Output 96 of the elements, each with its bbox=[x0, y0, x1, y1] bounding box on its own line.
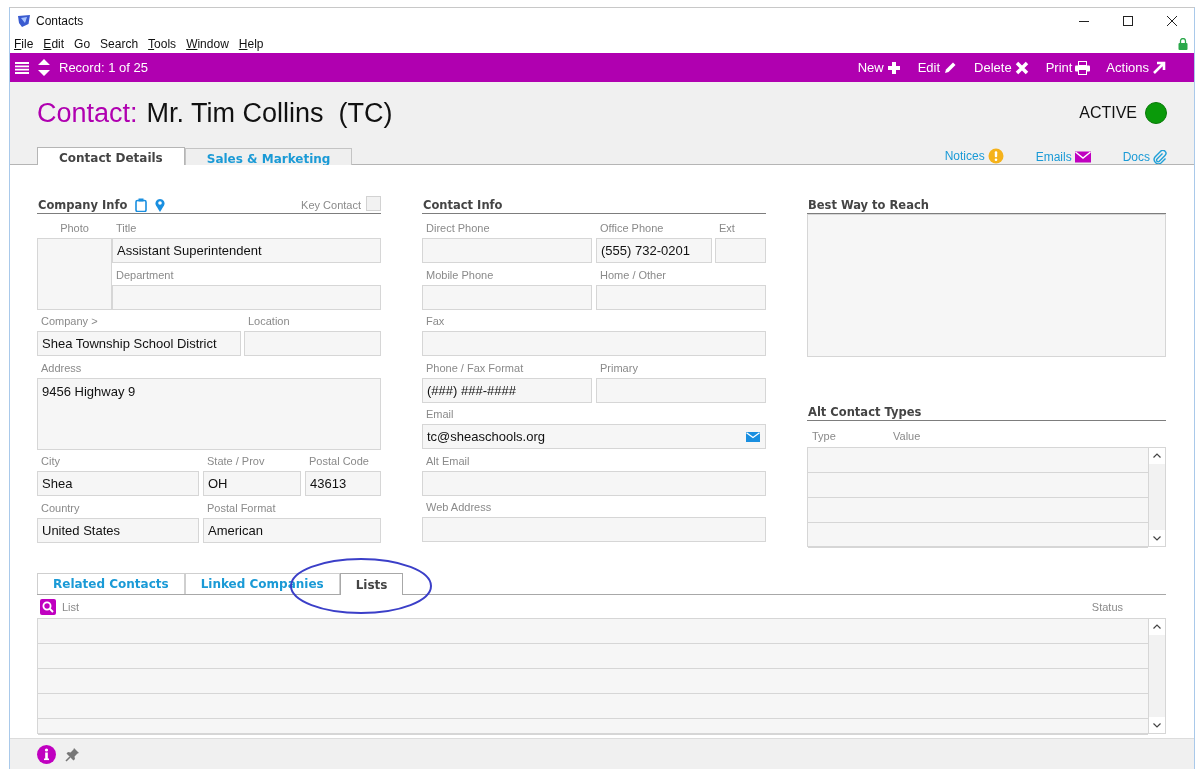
text-field[interactable] bbox=[244, 331, 381, 356]
chevron-up-icon[interactable] bbox=[1149, 619, 1165, 635]
field-label: Fax bbox=[425, 314, 446, 329]
field-label: Department bbox=[115, 267, 175, 283]
edit-button[interactable]: Edit bbox=[917, 60, 959, 75]
text-field[interactable]: (###) ###-#### bbox=[422, 377, 592, 403]
field-label: Location bbox=[247, 314, 291, 329]
field-label: Address bbox=[40, 360, 83, 376]
menu-item[interactable]: Window bbox=[186, 36, 229, 51]
text-field[interactable] bbox=[422, 284, 592, 310]
maximize-icon[interactable] bbox=[1123, 16, 1133, 26]
menu-item[interactable]: Edit bbox=[43, 36, 65, 51]
lock-icon bbox=[1178, 37, 1188, 50]
text-field[interactable]: (555) 732-0201 bbox=[596, 238, 712, 263]
envelope-icon bbox=[1074, 151, 1091, 163]
text-field[interactable]: 43613 bbox=[305, 471, 381, 496]
text-field[interactable]: Shea bbox=[37, 471, 199, 496]
menu-item[interactable]: Tools bbox=[148, 36, 177, 51]
field-label: State / Prov bbox=[206, 454, 266, 469]
chevron-up-icon[interactable] bbox=[1149, 448, 1165, 464]
field-label: Phone / Fax Format bbox=[425, 360, 525, 376]
menu-icon[interactable] bbox=[15, 60, 29, 75]
text-field[interactable]: OH bbox=[203, 471, 301, 496]
record-type-label: Contact: bbox=[37, 97, 138, 129]
text-field[interactable] bbox=[715, 238, 766, 263]
column-header: Value bbox=[893, 430, 921, 442]
envelope-icon[interactable] bbox=[746, 431, 760, 442]
contact-name: Mr. Tim Collins (TC) bbox=[146, 97, 393, 129]
field-label: Country bbox=[40, 500, 81, 516]
printer-icon bbox=[1075, 60, 1091, 75]
section-title: Best Way to Reach bbox=[807, 197, 929, 212]
scrollbar[interactable] bbox=[1148, 619, 1165, 733]
field-label: Home / Other bbox=[599, 267, 668, 283]
field-label: Direct Phone bbox=[425, 221, 491, 236]
chevron-down-icon[interactable] bbox=[1149, 530, 1165, 546]
field-label: Title bbox=[115, 221, 138, 236]
text-field[interactable]: Assistant Superintendent bbox=[112, 238, 381, 263]
x-icon bbox=[1014, 60, 1030, 75]
text-field[interactable] bbox=[422, 517, 766, 542]
field-label: Web Address bbox=[425, 500, 493, 515]
field-label: Office Phone bbox=[599, 221, 665, 236]
status-label: ACTIVE bbox=[1079, 104, 1137, 122]
tab[interactable]: Lists bbox=[339, 573, 404, 595]
delete-button[interactable]: Delete bbox=[974, 60, 1030, 75]
column-header: List bbox=[62, 601, 80, 613]
print-button[interactable]: Print bbox=[1045, 60, 1091, 75]
text-field[interactable] bbox=[422, 331, 766, 356]
up-down-arrows-icon[interactable] bbox=[38, 59, 50, 76]
scrollbar[interactable] bbox=[1148, 448, 1165, 546]
text-field[interactable] bbox=[422, 470, 766, 496]
arrow-up-right-icon bbox=[1152, 60, 1167, 75]
plus-icon bbox=[886, 60, 902, 75]
window-title: Contacts bbox=[36, 14, 84, 28]
text-field[interactable] bbox=[596, 377, 766, 403]
menu-item[interactable]: File bbox=[14, 36, 34, 51]
field-label: Alt Email bbox=[425, 453, 471, 469]
text-field[interactable] bbox=[596, 284, 766, 310]
actions-button[interactable]: Actions bbox=[1106, 60, 1167, 75]
field-label: Mobile Phone bbox=[425, 267, 495, 283]
menu-item[interactable]: Help bbox=[238, 36, 264, 51]
field-label: Postal Format bbox=[206, 500, 277, 516]
close-icon[interactable] bbox=[1167, 16, 1177, 26]
section-title: Alt Contact Types bbox=[807, 404, 922, 419]
text-field[interactable]: Shea Township School District bbox=[37, 331, 241, 356]
checkbox[interactable] bbox=[366, 196, 381, 211]
text-field[interactable] bbox=[112, 284, 381, 310]
column-header: Type bbox=[812, 430, 837, 442]
pushpin-icon[interactable] bbox=[65, 746, 80, 762]
paperclip-icon bbox=[1153, 150, 1167, 164]
section-title: Contact Info bbox=[422, 197, 503, 212]
map-pin-icon[interactable] bbox=[155, 197, 166, 212]
text-field[interactable]: American bbox=[203, 517, 381, 543]
text-field[interactable]: United States bbox=[37, 517, 199, 543]
alert-icon bbox=[987, 148, 1004, 164]
field-label: City bbox=[40, 454, 61, 469]
field-label: Company > bbox=[40, 314, 99, 329]
chevron-down-icon[interactable] bbox=[1149, 717, 1165, 733]
text-field[interactable] bbox=[422, 238, 592, 263]
field-label: Email bbox=[425, 407, 455, 422]
new-button[interactable]: New bbox=[857, 60, 902, 75]
column-header: Status bbox=[1091, 601, 1123, 613]
search-icon[interactable] bbox=[40, 599, 56, 615]
section-title: Company Info bbox=[37, 197, 128, 212]
field-label: Key Contact bbox=[301, 198, 361, 211]
field-label: Ext bbox=[718, 221, 736, 236]
menu-item[interactable]: Go bbox=[74, 36, 91, 51]
app-logo-icon bbox=[17, 14, 31, 28]
email-field[interactable]: tc@sheaschools.org bbox=[422, 424, 766, 449]
field-label: Photo bbox=[59, 221, 90, 236]
clipboard-icon[interactable] bbox=[135, 197, 148, 212]
info-icon[interactable] bbox=[37, 744, 56, 764]
record-counter: Record: 1 of 25 bbox=[59, 60, 148, 75]
field-label: Postal Code bbox=[308, 454, 370, 469]
text-area[interactable]: 9456 Highway 9 bbox=[37, 377, 381, 450]
menu-item[interactable]: Search bbox=[100, 36, 139, 51]
field-label: Primary bbox=[599, 360, 639, 376]
